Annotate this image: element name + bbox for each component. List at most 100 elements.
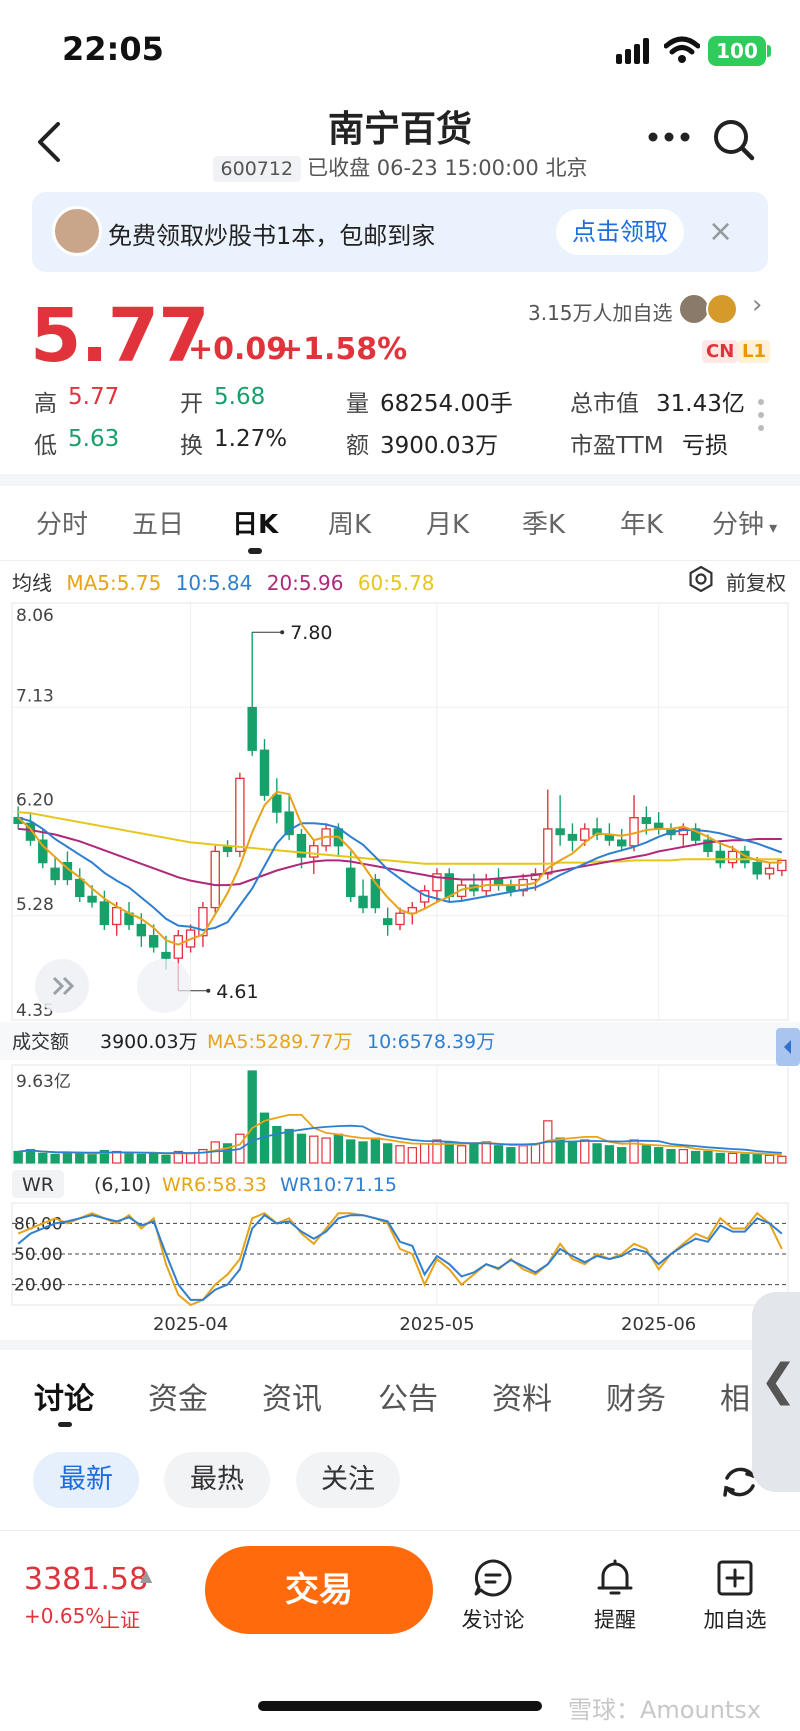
filter-following[interactable]: 关注 bbox=[296, 1452, 400, 1508]
tab-weekly[interactable]: 周K bbox=[328, 504, 371, 541]
volume-bar bbox=[407, 1147, 417, 1164]
candle bbox=[567, 833, 578, 841]
index-value[interactable]: 3381.58 bbox=[24, 1562, 148, 1597]
x-axis-label: 2025-04 bbox=[153, 1314, 228, 1330]
tab-underline bbox=[248, 548, 262, 554]
followers-count[interactable]: 3.15万人加自选 bbox=[528, 297, 673, 326]
wr6-line bbox=[17, 1211, 783, 1307]
close-icon[interactable]: × bbox=[708, 214, 733, 249]
stat-open: 5.68 bbox=[214, 384, 266, 410]
volume-bar bbox=[764, 1154, 775, 1164]
more-icon[interactable] bbox=[648, 132, 690, 142]
candle bbox=[382, 918, 393, 926]
volume-bar bbox=[87, 1153, 97, 1164]
stat-turnover-label: 换 bbox=[180, 433, 203, 459]
tab-discussion[interactable]: 讨论 bbox=[34, 1374, 94, 1418]
drag-handle[interactable] bbox=[136, 958, 192, 1014]
tab-yearly[interactable]: 年K bbox=[620, 504, 663, 541]
post-discussion-button[interactable]: 发讨论 bbox=[448, 1558, 538, 1634]
filter-hot[interactable]: 最热 bbox=[164, 1452, 270, 1508]
volume-bar bbox=[395, 1145, 405, 1164]
tab-monthly[interactable]: 月K bbox=[426, 504, 469, 541]
filter-latest[interactable]: 最新 bbox=[33, 1452, 139, 1508]
tab-minute-label: 分钟 bbox=[712, 510, 765, 540]
market-tag-l1: L1 bbox=[738, 340, 770, 363]
tab-capital[interactable]: 资金 bbox=[148, 1374, 208, 1418]
claim-button[interactable]: 点击领取 bbox=[556, 209, 684, 255]
candle bbox=[616, 839, 627, 847]
high-marker-dot bbox=[280, 630, 285, 635]
price-change: +0.09 bbox=[188, 332, 288, 367]
volume-bar bbox=[481, 1141, 491, 1164]
chat-icon bbox=[474, 1559, 512, 1597]
candle bbox=[259, 749, 270, 796]
tab-news[interactable]: 资讯 bbox=[262, 1374, 322, 1418]
stock-title: 南宁百货 bbox=[327, 109, 472, 150]
tab-announcements[interactable]: 公告 bbox=[378, 1374, 438, 1418]
tab-related[interactable]: 相 bbox=[720, 1374, 750, 1418]
tab-intraday[interactable]: 分时 bbox=[36, 504, 88, 541]
trade-button[interactable]: 交易 bbox=[205, 1546, 433, 1634]
ma10-value: 10:5.84 bbox=[175, 571, 253, 595]
ma-legend: 均线 MA5:5.75 10:5.84 20:5.96 60:5.78 bbox=[12, 567, 435, 596]
tab-daily[interactable]: 日K bbox=[232, 504, 278, 541]
low-marker-dot bbox=[206, 988, 211, 993]
stat-low: 5.63 bbox=[68, 426, 120, 452]
price-tick-label: 8.06 bbox=[16, 606, 54, 626]
stat-mcap-label: 总市值 bbox=[570, 391, 639, 417]
wr-level-label: 50.00 bbox=[14, 1245, 63, 1265]
volume-bar bbox=[247, 1070, 257, 1164]
wr-params: (6,10) bbox=[94, 1174, 151, 1196]
volume-bar bbox=[592, 1143, 602, 1164]
volume-bar bbox=[419, 1143, 430, 1164]
volume-legend-ma5: MA5:5289.77万 bbox=[207, 1031, 352, 1053]
stat-turnover: 1.27% bbox=[214, 426, 288, 452]
stat-amount: 3900.03万 bbox=[380, 433, 499, 459]
settings-icon[interactable] bbox=[688, 566, 714, 592]
candle bbox=[210, 850, 220, 909]
x-axis-label: 2025-06 bbox=[621, 1314, 696, 1330]
tab-five-day[interactable]: 五日 bbox=[132, 504, 184, 541]
candle bbox=[272, 794, 282, 813]
candle bbox=[309, 845, 319, 858]
stat-high-label: 高 bbox=[34, 391, 57, 417]
ma60-line bbox=[18, 811, 782, 865]
tab-financials[interactable]: 财务 bbox=[606, 1374, 666, 1418]
volume-bar bbox=[752, 1153, 762, 1164]
price-change-pct: +1.58% bbox=[278, 332, 408, 367]
remind-button[interactable]: 提醒 bbox=[570, 1558, 660, 1634]
kline-chart[interactable]: 8.067.136.205.284.357.804.61 成交额 3900.03万… bbox=[0, 595, 800, 1330]
expand-left-button[interactable] bbox=[34, 958, 90, 1014]
candle bbox=[715, 850, 725, 864]
candle bbox=[752, 861, 762, 875]
volume-bar bbox=[604, 1145, 615, 1164]
vertical-more-icon[interactable] bbox=[757, 398, 765, 432]
tab-quarterly[interactable]: 季K bbox=[522, 504, 565, 541]
status-time: 22:05 bbox=[62, 30, 164, 68]
volume-bar bbox=[444, 1141, 454, 1164]
bottom-tab-underline bbox=[58, 1422, 72, 1427]
adjust-mode[interactable]: 前复权 bbox=[726, 567, 786, 596]
chart-grid bbox=[11, 602, 789, 1021]
add-watchlist-button[interactable]: 加自选 bbox=[690, 1558, 780, 1634]
volume-bar bbox=[715, 1152, 725, 1164]
candle bbox=[87, 895, 97, 903]
volume-panel-toggle[interactable] bbox=[776, 1028, 800, 1066]
stat-amount-label: 额 bbox=[346, 433, 369, 459]
section-divider-2 bbox=[0, 1340, 800, 1350]
candle bbox=[111, 906, 122, 926]
tab-profile[interactable]: 资料 bbox=[492, 1374, 552, 1418]
chevron-right-icon[interactable]: › bbox=[752, 290, 762, 320]
tab-minute[interactable]: 分钟 ▾ bbox=[712, 504, 777, 541]
search-icon[interactable] bbox=[712, 118, 756, 162]
volume-bar bbox=[75, 1152, 85, 1164]
volume-legend-value: 3900.03万 bbox=[100, 1031, 198, 1053]
ma20-value: 20:5.96 bbox=[266, 571, 344, 595]
chevron-left-icon[interactable]: ❮ bbox=[760, 1355, 797, 1406]
volume-bar bbox=[136, 1153, 146, 1164]
volume-bar bbox=[124, 1151, 134, 1164]
volume-bar bbox=[740, 1153, 750, 1164]
tabs-rule bbox=[0, 560, 800, 561]
banner-text: 免费领取炒股书1本，包邮到家 bbox=[108, 222, 436, 250]
volume-bar bbox=[161, 1154, 171, 1164]
